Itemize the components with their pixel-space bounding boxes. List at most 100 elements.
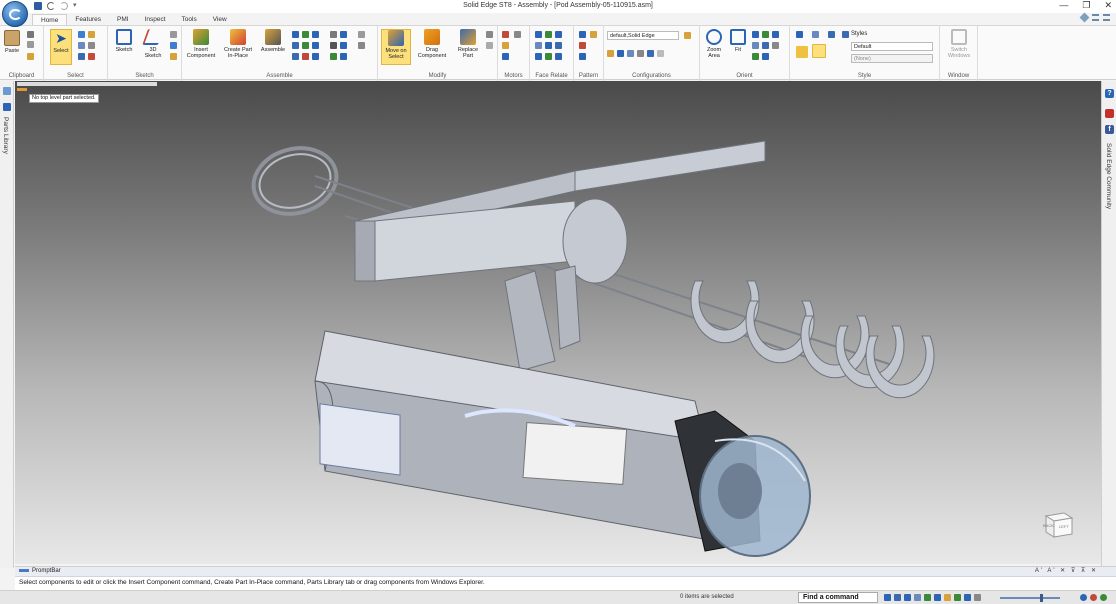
fit-button[interactable]: Fit [728,29,748,53]
parts-library-tab[interactable]: Parts Library [2,117,9,154]
mate-icon[interactable] [292,31,299,38]
status-views-icon[interactable] [944,594,951,601]
status-zoom-area-icon[interactable] [894,594,901,601]
create-part-in-place-button[interactable]: Create Part In-Place [220,29,256,59]
orient-3-icon[interactable] [752,53,759,60]
zoom-slider-handle[interactable] [1040,594,1043,602]
ground-icon[interactable] [358,42,365,49]
axial-align-icon[interactable] [312,31,319,38]
tab-inspect[interactable]: Inspect [137,14,174,25]
orient-4-icon[interactable] [762,53,769,60]
diamond-icon[interactable] [1079,12,1090,23]
config-3-icon[interactable] [627,50,634,57]
duplicate-icon[interactable] [579,42,586,49]
prompt-bar-controls[interactable]: A' A' ✕ ⊽ ⊼ ✕ [1035,567,1098,576]
paste-button[interactable]: Paste [4,30,20,54]
3d-viewport[interactable]: No top level part selected. BACK LEFT [15,81,1101,564]
status-pan-icon[interactable] [924,594,931,601]
angle-icon[interactable] [358,31,365,38]
copy-icon[interactable] [27,41,34,48]
simulate-motor-icon[interactable] [502,42,509,49]
format-painter-icon[interactable] [27,53,34,60]
move-on-select-button[interactable]: Move on Select [381,29,411,65]
config-2-icon[interactable] [617,50,624,57]
modify-extra-2-icon[interactable] [486,42,493,49]
center-plane-icon[interactable] [312,53,319,60]
planar-align-icon[interactable] [302,31,309,38]
menu-icon[interactable] [1103,14,1110,21]
pattern-icon[interactable] [579,31,586,38]
connect-icon[interactable] [340,31,347,38]
solid-edge-community-tab[interactable]: Solid Edge Community [1105,143,1112,209]
relation-types-icon[interactable] [330,53,337,60]
style-none-dropdown[interactable]: (None) [851,54,933,63]
visible-edges-icon[interactable] [828,31,835,38]
status-rotate-icon[interactable] [884,594,891,601]
offset-icon[interactable] [545,53,552,60]
parallel-icon[interactable] [312,42,319,49]
options-icon[interactable] [1092,14,1099,21]
config-1-icon[interactable] [607,50,614,57]
minimize-button[interactable]: — [1059,0,1068,11]
rigid-set-icon[interactable] [292,53,299,60]
tab-tools[interactable]: Tools [174,14,205,25]
motor-settings-icon[interactable] [514,31,521,38]
perpendicular-icon[interactable] [545,42,552,49]
assemble-button[interactable]: Assemble [258,29,288,53]
parts-library-icon[interactable] [3,103,11,111]
path-icon[interactable] [340,42,347,49]
motor-icon[interactable] [502,31,509,38]
insert-relation-icon[interactable] [330,31,337,38]
status-style-icon[interactable] [964,594,971,601]
switch-windows-button[interactable]: Switch Windows [943,29,975,59]
styles-label[interactable]: Styles [851,31,867,37]
config-6-icon[interactable] [657,50,664,57]
motor-options-icon[interactable] [502,53,509,60]
shaded-edges-icon[interactable] [812,31,819,38]
help-icon[interactable]: ? [1105,89,1114,98]
view-overrides-icon[interactable] [812,44,826,58]
tab-pmi[interactable]: PMI [109,14,137,25]
tangent-icon[interactable] [292,42,299,49]
flash-fit-icon[interactable] [340,53,347,60]
coplanar-icon[interactable] [535,31,542,38]
facebook-icon[interactable]: f [1105,125,1114,134]
status-fit-icon[interactable] [914,594,921,601]
status-sketch-view-icon[interactable] [954,594,961,601]
tab-features[interactable]: Features [67,14,109,25]
sketch-extra-icon[interactable] [170,31,177,38]
tab-home[interactable]: Home [32,14,68,25]
pattern-options-icon[interactable] [579,53,586,60]
spin-about-icon[interactable] [762,42,769,49]
application-button[interactable] [2,1,28,27]
zoom-area-button[interactable]: Zoom Area [703,29,725,59]
select-button[interactable]: ➤ Select [50,29,72,65]
zoom-in-icon[interactable] [1080,594,1087,601]
drag-component-button[interactable]: Drag Component [414,29,450,59]
close-button[interactable]: ✕ [1104,0,1112,11]
aligned-icon[interactable] [555,31,562,38]
insert-component-button[interactable]: Insert Component [184,29,218,59]
assembly-model[interactable] [15,81,1101,564]
select-part-icon[interactable] [88,53,95,60]
sketch-button[interactable]: Sketch [112,29,136,53]
shaded-icon[interactable] [796,31,803,38]
sketch-pencil-icon[interactable] [170,53,177,60]
view-cube[interactable]: BACK LEFT [1040,510,1076,540]
find-command-input[interactable]: Find a command [798,592,878,603]
parallel-face-icon[interactable] [535,42,542,49]
status-ok-icon[interactable] [1100,594,1107,601]
rigid-icon[interactable] [555,53,562,60]
sketch-link-icon[interactable] [170,42,177,49]
3d-sketch-button[interactable]: 3D Sketch [140,29,166,59]
select-tool-icon[interactable] [78,31,85,38]
configuration-settings-icon[interactable] [684,32,691,39]
status-zoom-out-icon[interactable] [974,594,981,601]
tab-view[interactable]: View [205,14,235,25]
zoom-icon[interactable] [752,31,759,38]
cut-icon[interactable] [27,31,34,38]
gear-icon[interactable] [330,42,337,49]
replace-part-button[interactable]: Replace Part [452,29,484,59]
modify-extra-icon[interactable] [486,31,493,38]
part-painter-icon[interactable] [796,46,808,58]
